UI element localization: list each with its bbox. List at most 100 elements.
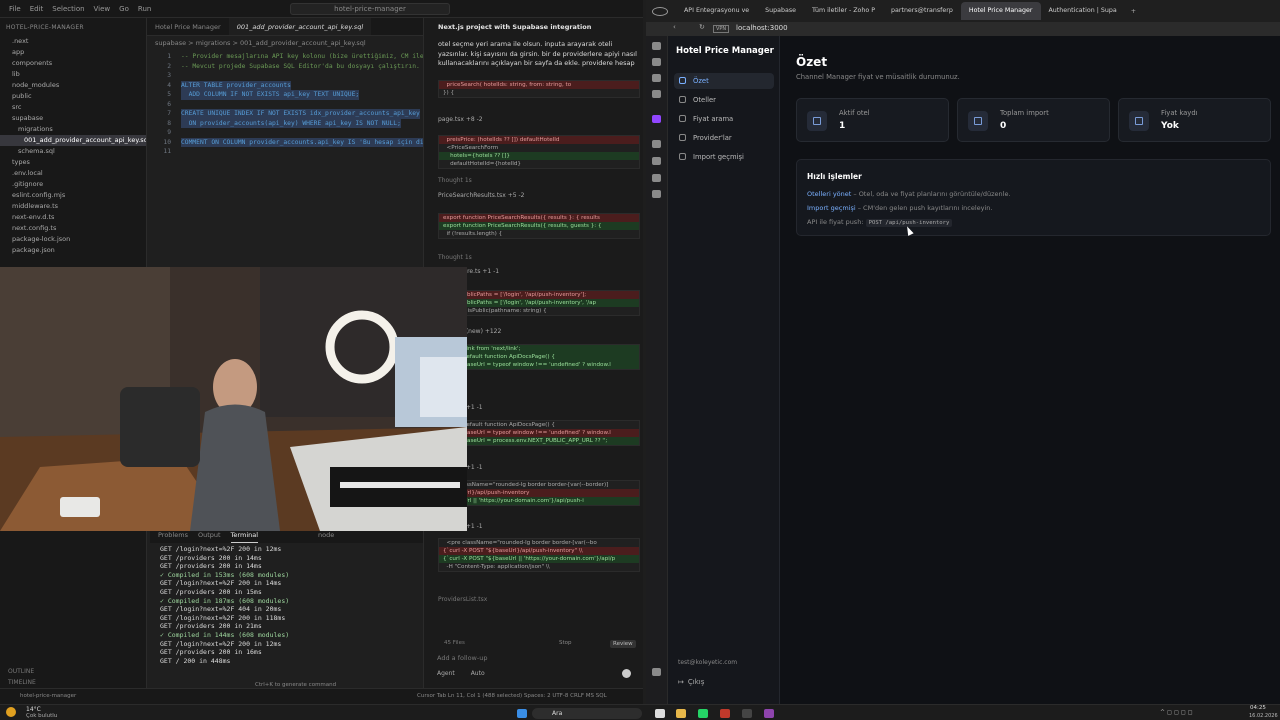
tree-item[interactable]: eslint.config.mjs xyxy=(0,190,146,201)
clock-time[interactable]: 04:25 xyxy=(1250,705,1266,711)
menu-item[interactable]: Go xyxy=(119,5,129,13)
taskbar-search[interactable]: Ara xyxy=(532,708,642,719)
follow-up-input[interactable]: Add a follow-up xyxy=(437,654,487,662)
terminal-output[interactable]: GET /login?next=%2F 200 in 12ms GET /prov… xyxy=(160,545,289,665)
file-change-page[interactable]: page.tsx +8 -2 xyxy=(438,116,483,123)
status-details[interactable]: Cursor Tab Ln 11, Col 1 (488 selected) S… xyxy=(417,693,607,699)
stop-button[interactable]: Stop xyxy=(559,640,572,646)
tree-item[interactable]: 001_add_provider_account_api_key.sql xyxy=(0,135,146,146)
menu-item[interactable]: File xyxy=(9,5,21,13)
tree-item[interactable]: app xyxy=(0,47,146,58)
menu-item[interactable]: Selection xyxy=(52,5,84,13)
tree-item[interactable]: package-lock.json xyxy=(0,234,146,245)
twitch-icon[interactable] xyxy=(652,115,661,123)
nav-item-ozet[interactable]: Özet xyxy=(674,73,774,89)
tree-item[interactable]: next.config.ts xyxy=(0,223,146,234)
browser-tab[interactable]: partners@transferp xyxy=(883,2,961,20)
weather-text[interactable]: Çok bulutlu xyxy=(26,713,57,719)
tree-item[interactable]: .next xyxy=(0,36,146,47)
review-button[interactable]: Review xyxy=(610,640,636,648)
sidebar-app-icon[interactable] xyxy=(652,174,661,182)
tab-output[interactable]: Output xyxy=(198,531,221,543)
tree-item[interactable]: migrations xyxy=(0,124,146,135)
agent-mode-select[interactable]: Agent xyxy=(437,670,455,677)
manage-hotels-link[interactable]: Otelleri yönet xyxy=(807,190,851,198)
menu-item[interactable]: Edit xyxy=(30,5,44,13)
user-message: otel seçme yeri arama ile olsun. inputa … xyxy=(438,40,637,67)
tree-item[interactable]: lib xyxy=(0,69,146,80)
tab-terminal[interactable]: Terminal xyxy=(230,531,259,543)
logout-button[interactable]: ↦ Çıkış xyxy=(678,678,704,686)
browser-tab[interactable]: API Entegrasyonu ve xyxy=(676,2,757,20)
sidebar-app-icon[interactable] xyxy=(652,42,661,50)
tray-icons[interactable]: ^ ◻ ◻ ◻ ◻ xyxy=(1160,709,1193,716)
file-explorer-icon[interactable] xyxy=(676,709,686,718)
weather-icon[interactable] xyxy=(6,707,16,717)
nav-item-oteller[interactable]: Oteller xyxy=(674,92,774,108)
task-view-icon[interactable] xyxy=(655,709,665,718)
tab-hotel-price-manager[interactable]: Hotel Price Manager xyxy=(147,18,229,35)
status-workspace[interactable]: hotel-price-manager xyxy=(20,693,76,699)
tree-item[interactable]: next-env.d.ts xyxy=(0,212,146,223)
tab-problems[interactable]: Problems xyxy=(158,531,188,543)
tree-item[interactable]: schema.sql xyxy=(0,146,146,157)
model-select[interactable]: Auto xyxy=(471,670,485,677)
back-icon[interactable]: ‹ xyxy=(673,23,676,31)
browser-tab[interactable]: Authentication | Supa xyxy=(1041,2,1125,20)
tree-item[interactable]: package.json xyxy=(0,245,146,256)
tab-migration-sql[interactable]: 001_add_provider_account_api_key.sql xyxy=(228,18,372,35)
quick-actions-card: Hızlı işlemler Otelleri yönet – Otel, od… xyxy=(796,159,1271,236)
tree-item[interactable]: supabase xyxy=(0,113,146,124)
new-tab-icon[interactable]: + xyxy=(1131,8,1136,15)
terminal-shell[interactable]: node xyxy=(318,531,334,543)
menu-item[interactable]: View xyxy=(94,5,111,13)
url-field[interactable]: localhost:3000 xyxy=(736,24,788,32)
browser-icon[interactable] xyxy=(720,709,730,718)
whatsapp-icon[interactable] xyxy=(698,709,708,718)
terminal-line: ✓ Compiled in 153ms (608 modules) xyxy=(160,570,290,579)
github-icon[interactable] xyxy=(764,709,774,718)
nav-item-providers[interactable]: Provider'lar xyxy=(674,130,774,146)
settings-icon[interactable] xyxy=(652,190,661,198)
sidebar-app-icon[interactable] xyxy=(652,140,661,148)
tree-item[interactable]: public xyxy=(0,91,146,102)
tree-item[interactable]: .env.local xyxy=(0,168,146,179)
reload-icon[interactable]: ↻ xyxy=(699,23,705,31)
tree-item[interactable]: src xyxy=(0,102,146,113)
file-change-results[interactable]: PriceSearchResults.tsx +5 -2 xyxy=(438,192,525,199)
browser-logo-icon[interactable] xyxy=(652,6,668,16)
tree-item[interactable]: .gitignore xyxy=(0,179,146,190)
clock-date[interactable]: 16.02.2026 xyxy=(1249,713,1278,719)
sidebar-app-icon[interactable] xyxy=(652,58,661,66)
menu-item[interactable]: Run xyxy=(138,5,151,13)
tree-item[interactable]: node_modules xyxy=(0,80,146,91)
thought-label[interactable]: Thought 1s xyxy=(438,254,472,261)
tree-item[interactable]: middleware.ts xyxy=(0,201,146,212)
start-icon[interactable] xyxy=(517,709,527,718)
nav-label: Oteller xyxy=(693,96,716,104)
tree-item[interactable]: components xyxy=(0,58,146,69)
thought-label[interactable]: Thought 1s xyxy=(438,177,472,184)
sidebar-app-icon[interactable] xyxy=(652,74,661,82)
nav-item-import-gecmisi[interactable]: Import geçmişi xyxy=(674,149,774,165)
browser-tab-active[interactable]: Hotel Price Manager xyxy=(960,2,1041,20)
tree-item[interactable]: types xyxy=(0,157,146,168)
browser-tab[interactable]: Tüm iletiler - Zoho P xyxy=(804,2,883,20)
workspace-search[interactable]: hotel-price-manager xyxy=(290,3,450,15)
send-icon[interactable] xyxy=(622,669,631,678)
browser-tab[interactable]: Supabase xyxy=(757,2,804,20)
vpn-badge[interactable]: VPN xyxy=(713,25,730,33)
cursor-app-icon[interactable] xyxy=(742,709,752,718)
code-area[interactable]: 1 -- Provider mesajlarına API key kolonu … xyxy=(147,52,435,252)
outline-section[interactable]: OUTLINE xyxy=(8,668,34,675)
import-history-link[interactable]: Import geçmişi xyxy=(807,204,856,212)
timeline-section[interactable]: TIMELINE xyxy=(8,679,36,686)
sidebar-app-icon[interactable] xyxy=(652,90,661,98)
weather-temp[interactable]: 14°C xyxy=(26,706,41,713)
editor-menu-bar[interactable]: File Edit Selection View Go Run xyxy=(0,5,151,13)
sidebar-app-icon[interactable] xyxy=(652,668,661,676)
sidebar-app-icon[interactable] xyxy=(652,157,661,165)
files-count[interactable]: 45 Files xyxy=(444,640,465,646)
nav-item-fiyat-arama[interactable]: Fiyat arama xyxy=(674,111,774,127)
terminal-line: GET /providers 200 in 16ms xyxy=(160,648,262,657)
